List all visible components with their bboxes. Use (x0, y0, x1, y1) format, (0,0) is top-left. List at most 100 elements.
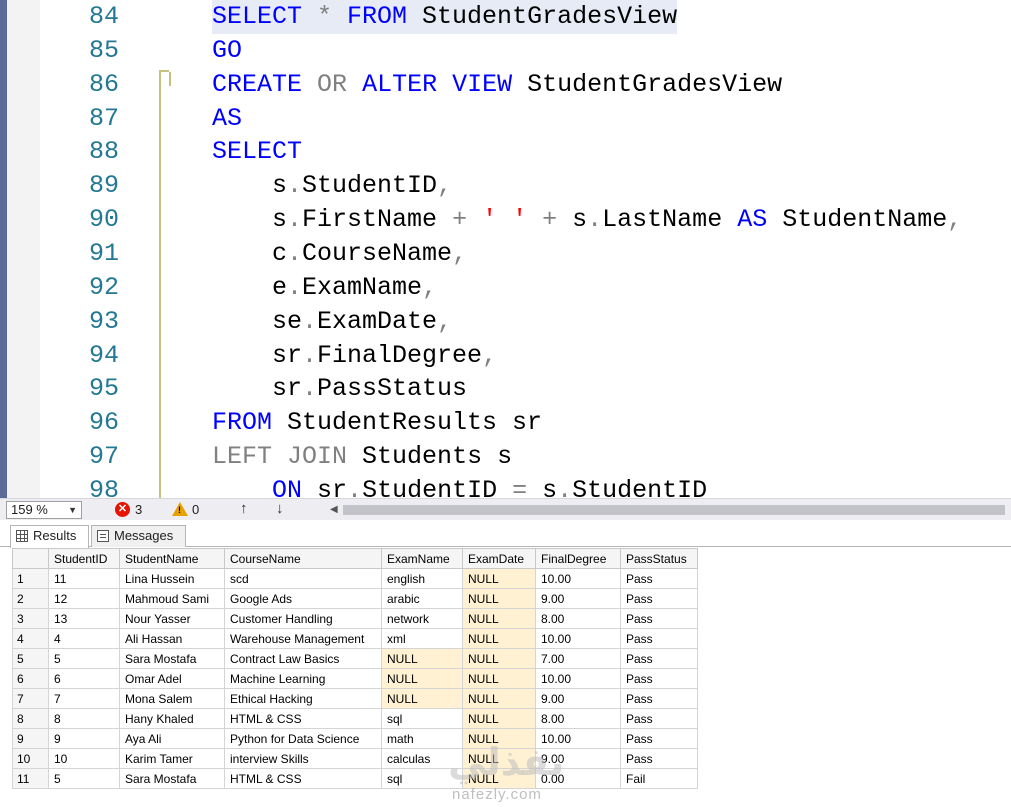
row-number[interactable]: 10 (12, 748, 49, 769)
grid-cell[interactable]: HTML & CSS (224, 708, 382, 729)
table-row[interactable]: 11 5 Sara Mostafa HTML & CSS sql NULL 0.00 Fail (12, 768, 698, 789)
code-line[interactable]: 97 LEFT JOIN Students s (0, 440, 1011, 474)
grid-cell[interactable]: Ali Hassan (119, 628, 225, 649)
row-number[interactable]: 7 (12, 688, 49, 709)
code-text[interactable]: GO (212, 34, 242, 68)
grid-cell[interactable]: Machine Learning (224, 668, 382, 689)
code-text[interactable]: se.ExamDate, (212, 305, 452, 339)
grid-cell[interactable]: 0.00 (535, 768, 621, 789)
code-line[interactable]: 91 c.CourseName, (0, 237, 1011, 271)
warning-count[interactable]: 0 (192, 501, 199, 519)
error-icon[interactable]: ✕ (115, 502, 130, 517)
column-header[interactable]: CourseName (224, 548, 382, 569)
grid-cell[interactable]: Pass (620, 748, 698, 769)
grid-cell[interactable]: Contract Law Basics (224, 648, 382, 669)
grid-cell[interactable]: sql (381, 708, 463, 729)
grid-cell[interactable]: 9.00 (535, 588, 621, 609)
grid-cell[interactable]: NULL (381, 648, 463, 669)
scroll-left-icon[interactable]: ◀ (330, 501, 338, 519)
table-row[interactable]: 10 10 Karim Tamer interview Skills calculas N… (12, 748, 698, 769)
error-count[interactable]: 3 (135, 501, 142, 519)
grid-cell[interactable]: math (381, 728, 463, 749)
grid-cell[interactable]: Pass (620, 688, 698, 709)
grid-cell[interactable]: Pass (620, 568, 698, 589)
table-row[interactable]: 1 11 Lina Hussein scd english NULL 10.00 Pass (12, 568, 698, 589)
grid-cell[interactable]: Warehouse Management (224, 628, 382, 649)
grid-cell[interactable]: Python for Data Science (224, 728, 382, 749)
code-line[interactable]: 89 s.StudentID, (0, 169, 1011, 203)
grid-cell[interactable]: 7.00 (535, 648, 621, 669)
grid-cell[interactable]: 11 (48, 568, 120, 589)
grid-cell[interactable]: Mahmoud Sami (119, 588, 225, 609)
grid-cell[interactable]: 9 (48, 728, 120, 749)
code-text[interactable]: SELECT (212, 135, 302, 169)
row-number-header[interactable] (12, 548, 49, 569)
grid-cell[interactable]: NULL (381, 688, 463, 709)
grid-cell[interactable]: calculas (381, 748, 463, 769)
code-text[interactable]: sr.FinalDegree, (212, 339, 497, 373)
warning-icon[interactable]: ! (172, 502, 188, 516)
grid-cell[interactable]: NULL (462, 608, 536, 629)
code-text[interactable]: CREATE OR ALTER VIEW StudentGradesView (212, 68, 782, 102)
grid-cell[interactable]: Pass (620, 648, 698, 669)
grid-cell[interactable]: Mona Salem (119, 688, 225, 709)
horizontal-scrollbar[interactable] (343, 505, 1005, 515)
table-row[interactable]: 3 13 Nour Yasser Customer Handling network NU… (12, 608, 698, 629)
table-row[interactable]: 2 12 Mahmoud Sami Google Ads arabic NULL 9.00 P… (12, 588, 698, 609)
row-number[interactable]: 4 (12, 628, 49, 649)
code-text[interactable]: e.ExamName, (212, 271, 437, 305)
grid-cell[interactable]: Pass (620, 628, 698, 649)
grid-cell[interactable]: Pass (620, 708, 698, 729)
grid-cell[interactable]: NULL (462, 688, 536, 709)
grid-cell[interactable]: Google Ads (224, 588, 382, 609)
grid-cell[interactable]: Aya Ali (119, 728, 225, 749)
grid-cell[interactable]: 13 (48, 608, 120, 629)
code-line[interactable]: 93 se.ExamDate, (0, 305, 1011, 339)
row-number[interactable]: 11 (12, 768, 49, 789)
row-number[interactable]: 6 (12, 668, 49, 689)
code-text[interactable]: ON sr.StudentID = s.StudentID (212, 474, 707, 498)
grid-cell[interactable]: NULL (462, 588, 536, 609)
code-line[interactable]: 94 sr.FinalDegree, (0, 339, 1011, 373)
grid-cell[interactable]: english (381, 568, 463, 589)
code-line[interactable]: 98 ON sr.StudentID = s.StudentID (0, 474, 1011, 498)
grid-cell[interactable]: NULL (462, 568, 536, 589)
grid-cell[interactable]: NULL (462, 628, 536, 649)
grid-cell[interactable]: Lina Hussein (119, 568, 225, 589)
previous-arrow-icon[interactable]: ↑ (240, 500, 248, 518)
code-text[interactable]: sr.PassStatus (212, 372, 467, 406)
zoom-dropdown[interactable]: 159 % ▼ (6, 501, 82, 519)
grid-cell[interactable]: 4 (48, 628, 120, 649)
grid-cell[interactable]: 10.00 (535, 628, 621, 649)
code-line[interactable]: 88 SELECT (0, 135, 1011, 169)
grid-cell[interactable]: 8.00 (535, 708, 621, 729)
code-line[interactable]: 90 s.FirstName + ' ' + s.LastName AS Stu… (0, 203, 1011, 237)
table-row[interactable]: 8 8 Hany Khaled HTML & CSS sql NULL 8.00 Pass (12, 708, 698, 729)
grid-cell[interactable]: 9.00 (535, 688, 621, 709)
code-text[interactable]: LEFT JOIN Students s (212, 440, 512, 474)
grid-cell[interactable]: 8.00 (535, 608, 621, 629)
grid-cell[interactable]: 8 (48, 708, 120, 729)
grid-cell[interactable]: Pass (620, 588, 698, 609)
code-text[interactable]: s.FirstName + ' ' + s.LastName AS Studen… (212, 203, 962, 237)
grid-cell[interactable]: 5 (48, 768, 120, 789)
grid-cell[interactable]: xml (381, 628, 463, 649)
grid-cell[interactable]: Nour Yasser (119, 608, 225, 629)
row-number[interactable]: 2 (12, 588, 49, 609)
code-text[interactable]: c.CourseName, (212, 237, 467, 271)
table-row[interactable]: 4 4 Ali Hassan Warehouse Management xml NULL 1… (12, 628, 698, 649)
row-number[interactable]: 1 (12, 568, 49, 589)
sql-editor[interactable]: 84 SELECT * FROM StudentGradesView 85 GO 86 C… (0, 0, 1011, 498)
grid-cell[interactable]: 5 (48, 648, 120, 669)
column-header[interactable]: ExamName (381, 548, 463, 569)
code-line[interactable]: 85 GO (0, 34, 1011, 68)
code-line[interactable]: 92 e.ExamName, (0, 271, 1011, 305)
grid-cell[interactable]: Customer Handling (224, 608, 382, 629)
grid-cell[interactable]: NULL (462, 728, 536, 749)
grid-cell[interactable]: HTML & CSS (224, 768, 382, 789)
grid-cell[interactable]: NULL (462, 748, 536, 769)
grid-cell[interactable]: 9.00 (535, 748, 621, 769)
grid-cell[interactable]: NULL (381, 668, 463, 689)
table-row[interactable]: 6 6 Omar Adel Machine Learning NULL NULL 10.00… (12, 668, 698, 689)
table-row[interactable]: 5 5 Sara Mostafa Contract Law Basics NULL NUL… (12, 648, 698, 669)
